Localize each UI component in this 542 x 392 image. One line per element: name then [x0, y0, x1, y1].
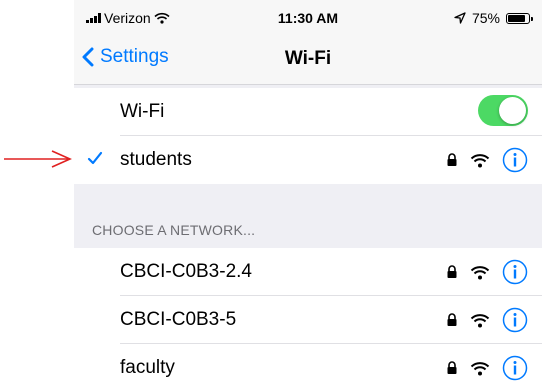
info-icon[interactable]	[502, 147, 528, 173]
network-row[interactable]: faculty	[74, 344, 542, 392]
network-icons	[446, 355, 528, 381]
wifi-toggle-row: Wi-Fi	[74, 88, 542, 136]
status-right: 75%	[454, 10, 533, 26]
wifi-label: Wi-Fi	[120, 101, 165, 122]
network-row[interactable]: CBCI-C0B3-5	[74, 296, 542, 344]
navigation-bar: Settings Wi-Fi	[74, 38, 542, 85]
lock-icon	[447, 313, 457, 326]
battery-icon	[506, 12, 533, 24]
wifi-signal-icon	[470, 265, 490, 279]
wifi-group: Wi-Fi students	[74, 88, 542, 184]
battery-percent: 75%	[471, 10, 500, 26]
connected-network-row[interactable]: students	[74, 136, 542, 184]
info-icon[interactable]	[502, 307, 528, 333]
network-name: CBCI-C0B3-2.4	[120, 261, 252, 282]
page-title: Wi-Fi	[284, 48, 332, 69]
network-icons	[446, 259, 528, 285]
status-bar: Verizon 11:30 AM 75%	[74, 0, 542, 38]
wifi-signal-icon	[470, 153, 490, 167]
lock-icon	[447, 265, 457, 278]
lock-icon	[447, 153, 457, 166]
section-header: CHOOSE A NETWORK...	[92, 222, 256, 238]
info-icon[interactable]	[502, 259, 528, 285]
info-icon[interactable]	[502, 355, 528, 381]
network-row[interactable]: CBCI-C0B3-2.4	[74, 248, 542, 296]
wifi-toggle[interactable]	[478, 95, 528, 126]
network-name: faculty	[120, 357, 175, 378]
wifi-signal-icon	[470, 361, 490, 375]
red-arrow-icon	[4, 150, 72, 168]
network-name: CBCI-C0B3-5	[120, 309, 237, 330]
network-icons	[446, 307, 528, 333]
toggle-knob	[499, 97, 526, 124]
phone-screen: Verizon 11:30 AM 75% Settings Wi-Fi Wi-F…	[74, 0, 542, 392]
network-list: CBCI-C0B3-2.4 CBCI-C0B3-5 faculty	[74, 248, 542, 392]
lock-icon	[447, 361, 457, 374]
location-icon	[454, 12, 466, 24]
checkmark-icon	[87, 151, 103, 165]
connected-network-name: students	[120, 149, 192, 170]
connected-network-icons	[446, 147, 528, 173]
wifi-signal-icon	[470, 313, 490, 327]
